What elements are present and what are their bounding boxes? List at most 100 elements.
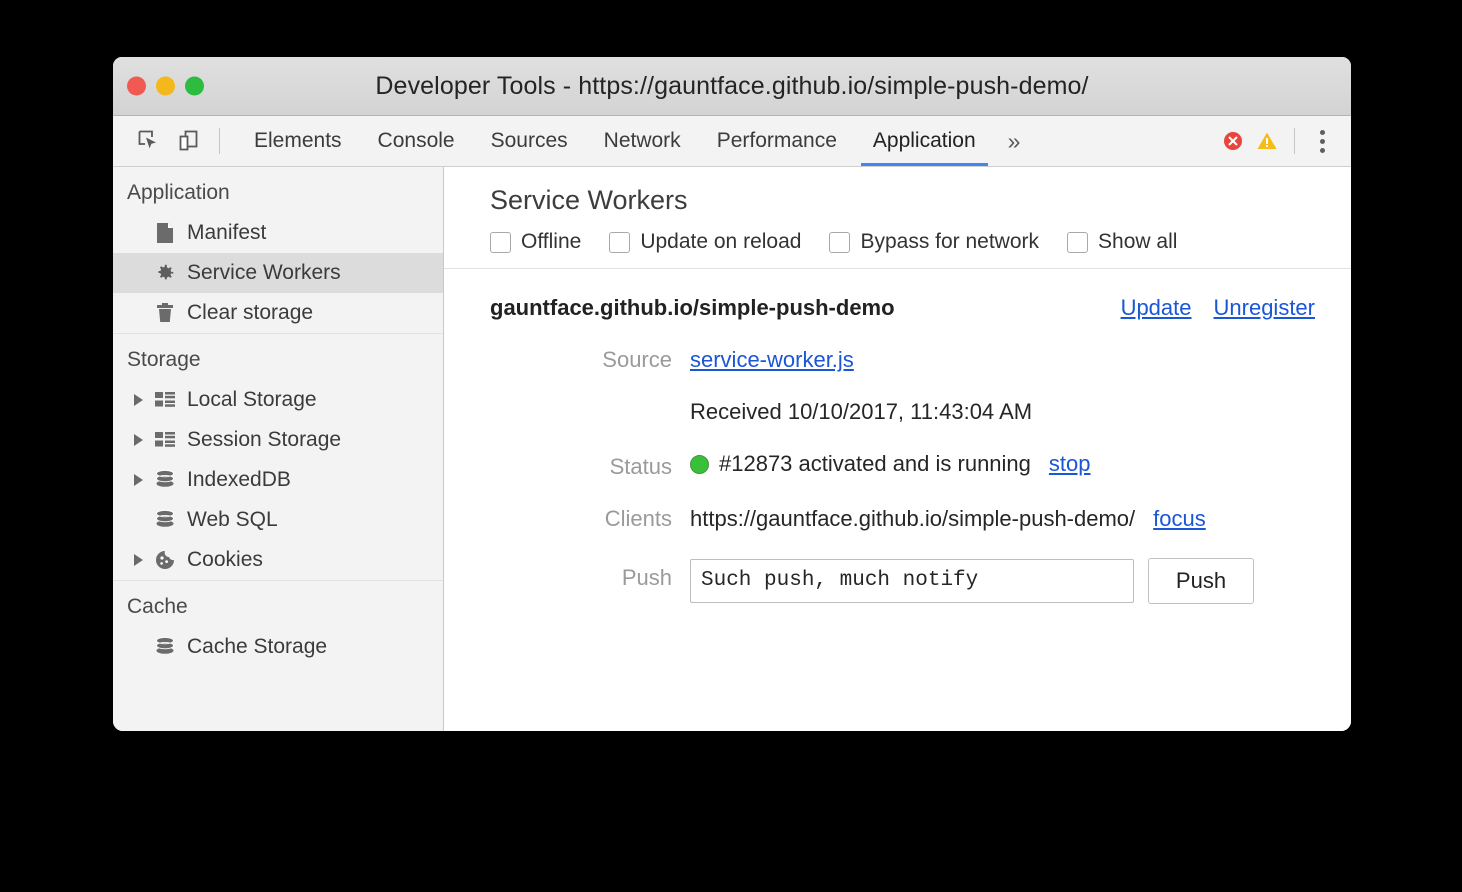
maximize-button[interactable] [185,77,204,96]
sidebar-item-web-sql[interactable]: Web SQL [113,500,443,540]
tab-sources[interactable]: Sources [473,116,586,166]
clients-value: https://gauntface.github.io/simple-push-… [690,506,1206,532]
status-indicator-icon [690,455,709,474]
devtools-body: Application Manifest [113,167,1351,731]
more-options-icon[interactable] [1305,121,1339,161]
sidebar-item-manifest[interactable]: Manifest [113,213,443,253]
panel-options: Offline Update on reload Bypass for netw… [490,230,1351,268]
sidebar-section-cache: Cache Cache Storage [113,580,443,667]
window-title: Developer Tools - https://gauntface.gith… [375,72,1088,101]
sidebar-section-storage: Storage [113,333,443,580]
unregister-link[interactable]: Unregister [1214,295,1315,321]
service-worker-header: gauntface.github.io/simple-push-demo Upd… [490,295,1351,321]
source-value: service-worker.js [690,347,854,373]
chevron-right-icon[interactable] [127,474,149,486]
chevron-right-icon[interactable] [127,434,149,446]
tab-console[interactable]: Console [360,116,473,166]
service-worker-actions: Update Unregister [1121,295,1315,321]
chevron-right-icon[interactable] [127,394,149,406]
cookie-icon [149,549,181,571]
sidebar-item-indexeddb[interactable]: IndexedDB [113,460,443,500]
page-title: Service Workers [490,185,1351,216]
toolbar-right-group [1216,121,1351,161]
tab-network[interactable]: Network [586,116,699,166]
document-icon [149,222,181,244]
sidebar-item-label: Clear storage [181,301,313,325]
checkbox-box[interactable] [609,232,630,253]
sidebar-item-label: Manifest [181,221,266,245]
sidebar-item-cache-storage[interactable]: Cache Storage [113,627,443,667]
inspect-element-icon[interactable] [129,121,169,161]
minimize-button[interactable] [156,77,175,96]
database-icon [149,509,181,531]
clients-label: Clients [490,506,690,532]
table-icon [149,391,181,409]
toolbar-divider-right [1294,128,1295,154]
checkbox-box[interactable] [1067,232,1088,253]
gear-icon [149,262,181,284]
client-url: https://gauntface.github.io/simple-push-… [690,506,1135,532]
service-worker-scope: gauntface.github.io/simple-push-demo [490,295,895,321]
update-link[interactable]: Update [1121,295,1192,321]
application-sidebar: Application Manifest [113,167,444,731]
service-worker-entry: gauntface.github.io/simple-push-demo Upd… [444,269,1351,604]
checkbox-show-all[interactable]: Show all [1067,230,1177,254]
service-workers-panel: Service Workers Offline Update on reload [444,167,1351,731]
tab-performance[interactable]: Performance [699,116,855,166]
tab-application[interactable]: Application [855,116,994,166]
push-row: Push Push [490,558,1351,604]
error-icon[interactable] [1216,121,1250,161]
checkbox-bypass-for-network[interactable]: Bypass for network [829,230,1039,254]
sidebar-section-title-application: Application [113,167,443,213]
trash-icon [149,302,181,324]
clients-row: Clients https://gauntface.github.io/simp… [490,506,1351,532]
checkbox-label: Offline [521,230,581,254]
checkbox-update-on-reload[interactable]: Update on reload [609,230,801,254]
chevron-right-icon[interactable] [127,554,149,566]
sidebar-item-service-workers[interactable]: Service Workers [113,253,443,293]
more-tabs-icon[interactable]: » [994,116,1035,166]
sidebar-section-title-cache: Cache [113,581,443,627]
sidebar-item-session-storage[interactable]: Session Storage [113,420,443,460]
sidebar-item-label: Cookies [181,548,263,572]
screen: Developer Tools - https://gauntface.gith… [0,0,1462,892]
status-value: #12873 activated and is running stop [690,451,1091,477]
sidebar-item-local-storage[interactable]: Local Storage [113,380,443,420]
received-value: Received 10/10/2017, 11:43:04 AM [690,399,1032,425]
checkbox-box[interactable] [490,232,511,253]
checkbox-box[interactable] [829,232,850,253]
stop-link[interactable]: stop [1049,451,1091,477]
window-controls [127,77,204,96]
sidebar-item-clear-storage[interactable]: Clear storage [113,293,443,333]
checkbox-label: Show all [1098,230,1177,254]
sidebar-section-title-storage: Storage [113,334,443,380]
push-button[interactable]: Push [1148,558,1254,604]
sidebar-item-label: IndexedDB [181,468,291,492]
checkbox-offline[interactable]: Offline [490,230,581,254]
status-label: Status [490,454,690,480]
push-controls: Push [690,558,1254,604]
close-button[interactable] [127,77,146,96]
table-icon [149,431,181,449]
push-label: Push [490,565,690,591]
toolbar-divider [219,128,220,154]
status-row: Status #12873 activated and is running s… [490,451,1351,480]
tab-elements[interactable]: Elements [236,116,360,166]
sidebar-section-application: Application Manifest [113,167,443,333]
device-toolbar-icon[interactable] [169,121,209,161]
devtools-toolbar: Elements Console Sources Network Perform… [113,116,1351,167]
warning-icon[interactable] [1250,121,1284,161]
sidebar-item-cookies[interactable]: Cookies [113,540,443,580]
received-row: Received 10/10/2017, 11:43:04 AM [490,399,1351,425]
push-input[interactable] [690,559,1134,603]
panel-tabs: Elements Console Sources Network Perform… [236,116,1034,166]
source-file-link[interactable]: service-worker.js [690,347,854,373]
window-titlebar: Developer Tools - https://gauntface.gith… [113,57,1351,116]
focus-link[interactable]: focus [1153,506,1206,532]
checkbox-label: Bypass for network [860,230,1039,254]
panel-header: Service Workers Offline Update on reload [444,167,1351,268]
checkbox-label: Update on reload [640,230,801,254]
sidebar-item-label: Local Storage [181,388,317,412]
sidebar-item-label: Cache Storage [181,635,327,659]
sidebar-item-label: Service Workers [181,261,341,285]
